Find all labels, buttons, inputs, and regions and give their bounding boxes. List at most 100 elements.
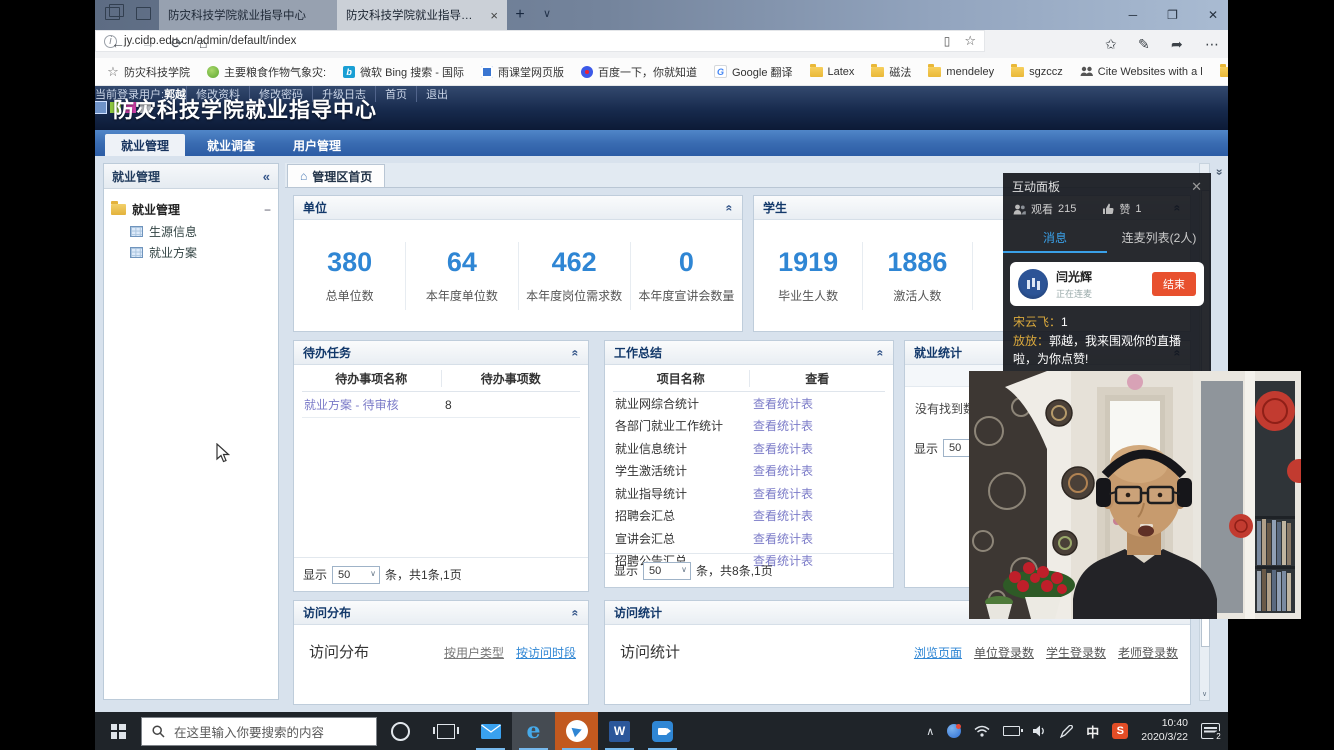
tray-expand-chevron-icon[interactable]: ∧ <box>926 725 934 738</box>
battery-icon[interactable] <box>1003 726 1020 736</box>
minimize-icon[interactable]: ─ <box>1129 8 1138 22</box>
chat-tab-mic-list[interactable]: 连麦列表(2人) <box>1107 225 1211 253</box>
taskbar-app-word[interactable]: W <box>598 712 641 750</box>
windows-taskbar: 在这里输入你要搜索的内容 e W ∧ 中 S 10:40 2020/3/22 2 <box>95 712 1228 750</box>
view-stats-link[interactable]: 查看统计表 <box>753 532 813 546</box>
folder-icon <box>1011 67 1024 77</box>
more-menu-icon[interactable]: ⋯ <box>1205 36 1219 53</box>
panel-title: 工作总结 <box>614 344 662 361</box>
bookmark-folder[interactable]: mendeley <box>928 66 994 78</box>
page-size-select[interactable]: 50 <box>332 566 380 584</box>
browser-tab-active[interactable]: 防灾科技学院就业指导… × <box>337 0 507 30</box>
bookmark-item[interactable]: 微软 Bing 搜索 - 国际 <box>343 64 464 80</box>
ink-note-icon[interactable]: ✎ <box>1138 36 1150 53</box>
collapse-panel-icon[interactable]: « <box>569 609 583 616</box>
collapse-sidebar-icon[interactable]: « <box>263 169 270 184</box>
tree-item-student-source[interactable]: 生源信息 <box>111 221 271 242</box>
view-stats-link[interactable]: 查看统计表 <box>753 487 813 501</box>
close-tab-icon[interactable]: × <box>482 8 498 23</box>
task-view-button[interactable] <box>423 712 469 750</box>
bookmark-item[interactable]: Cite Websites with a l <box>1080 66 1203 78</box>
filter-student-logins[interactable]: 学生登录数 <box>1046 644 1106 661</box>
expand-panel-chevron-icon[interactable]: « <box>1211 169 1225 176</box>
view-stats-link[interactable]: 查看统计表 <box>753 442 813 456</box>
todo-item-link[interactable]: 就业方案 - 待审核 <box>304 398 399 412</box>
notification-center-icon[interactable]: 2 <box>1201 723 1220 739</box>
tree-node-employment-management[interactable]: 就业管理 − <box>111 198 271 221</box>
scrollbar-down-arrow-icon[interactable]: ∨ <box>1200 690 1209 698</box>
view-stats-link[interactable]: 查看统计表 <box>753 397 813 411</box>
tab-list-chevron-icon[interactable]: ∨ <box>543 7 551 20</box>
ime-indicator[interactable]: 中 <box>1086 722 1099 741</box>
end-mic-button[interactable]: 结束 <box>1152 272 1196 296</box>
taskbar-clock[interactable]: 10:40 2020/3/22 <box>1141 717 1188 744</box>
url-field[interactable]: i jy.cidp.edu.cn/admin/default/index ▯ ☆ <box>95 30 985 52</box>
home-icon: ⌂ <box>300 169 307 183</box>
tab-admin-home[interactable]: ⌂ 管理区首页 <box>287 164 385 187</box>
panel-title: 访问统计 <box>614 604 662 621</box>
logout-link[interactable]: 退出 <box>416 86 457 102</box>
close-icon[interactable]: ✕ <box>1208 8 1218 22</box>
filter-unit-logins[interactable]: 单位登录数 <box>974 644 1034 661</box>
set-aside-tabs-icon[interactable] <box>105 7 120 20</box>
refresh-icon[interactable]: ⟳ <box>171 35 183 52</box>
nav-tab-employment-survey[interactable]: 就业调查 <box>191 134 271 156</box>
bookmark-folder[interactable]: Latex <box>810 66 855 78</box>
bookmark-folder[interactable]: radar <box>1220 66 1228 78</box>
restore-icon[interactable]: ❐ <box>1167 8 1178 22</box>
nav-tab-employment-management[interactable]: 就业管理 <box>105 134 185 156</box>
forward-icon[interactable]: → <box>141 35 155 51</box>
home-icon[interactable]: ⌂ <box>199 35 207 51</box>
filter-by-user-type[interactable]: 按用户类型 <box>444 644 504 661</box>
tray-app-icon[interactable] <box>947 724 961 738</box>
cortana-button[interactable] <box>377 712 423 750</box>
favorites-hub-icon[interactable]: ✩ <box>1105 36 1117 53</box>
favorite-star-icon[interactable]: ☆ <box>964 33 976 49</box>
chat-tab-messages[interactable]: 消息 <box>1003 225 1107 253</box>
bookmark-item[interactable]: Google 翻译 <box>714 64 793 80</box>
wifi-icon[interactable] <box>974 725 990 737</box>
bookmark-item[interactable]: ☆防灾科技学院 <box>107 64 190 80</box>
share-icon[interactable]: ➦ <box>1171 36 1183 53</box>
sidebar-header: 就业管理 « <box>104 164 278 189</box>
rain-classroom-favicon-icon <box>481 66 493 78</box>
collapse-panel-icon[interactable]: « <box>874 349 888 356</box>
theme-swatch-blue[interactable] <box>95 102 106 113</box>
page-size-select[interactable]: 50 <box>643 562 691 580</box>
volume-icon[interactable] <box>1033 725 1047 737</box>
bookmark-folder[interactable]: 磁法 <box>871 64 911 80</box>
tab-preview-icon[interactable] <box>136 7 151 20</box>
home-link[interactable]: 首页 <box>375 86 416 102</box>
pen-icon[interactable] <box>1060 725 1073 738</box>
new-tab-button[interactable]: + <box>505 4 535 26</box>
close-icon[interactable]: ✕ <box>1191 179 1202 195</box>
browser-tab[interactable]: 防灾科技学院就业指导中心 <box>159 0 349 30</box>
view-stats-link[interactable]: 查看统计表 <box>753 509 813 523</box>
bookmark-item[interactable]: 雨课堂网页版 <box>481 64 564 80</box>
collapse-node-icon[interactable]: − <box>264 203 271 217</box>
avatar <box>1018 269 1048 299</box>
taskbar-app-mail[interactable] <box>469 712 512 750</box>
view-stats-link[interactable]: 查看统计表 <box>753 464 813 478</box>
nav-tab-user-management[interactable]: 用户管理 <box>277 134 357 156</box>
filter-teacher-logins[interactable]: 老师登录数 <box>1118 644 1178 661</box>
bookmark-item[interactable]: 百度一下，你就知道 <box>581 64 697 80</box>
taskbar-app-video[interactable] <box>641 712 684 750</box>
cortana-icon <box>391 722 410 741</box>
sogou-icon[interactable]: S <box>1112 723 1128 739</box>
taskbar-search-input[interactable]: 在这里输入你要搜索的内容 <box>141 717 377 746</box>
taskbar-app-edge[interactable]: e <box>512 712 555 750</box>
taskbar-app-streaming[interactable] <box>555 712 598 750</box>
filter-page-views[interactable]: 浏览页面 <box>914 644 962 661</box>
bookmark-item[interactable]: 主要粮食作物气象灾: <box>207 64 326 80</box>
filter-by-time-period[interactable]: 按访问时段 <box>516 644 576 661</box>
panel-title: 学生 <box>763 199 787 216</box>
collapse-panel-icon[interactable]: « <box>723 204 737 211</box>
collapse-panel-icon[interactable]: « <box>569 349 583 356</box>
start-button[interactable] <box>95 712 141 750</box>
reading-view-icon[interactable]: ▯ <box>944 34 951 48</box>
back-icon[interactable]: ← <box>111 35 125 51</box>
bookmark-folder[interactable]: sgzccz <box>1011 66 1063 78</box>
view-stats-link[interactable]: 查看统计表 <box>753 419 813 433</box>
tree-item-employment-plan[interactable]: 就业方案 <box>111 242 271 263</box>
